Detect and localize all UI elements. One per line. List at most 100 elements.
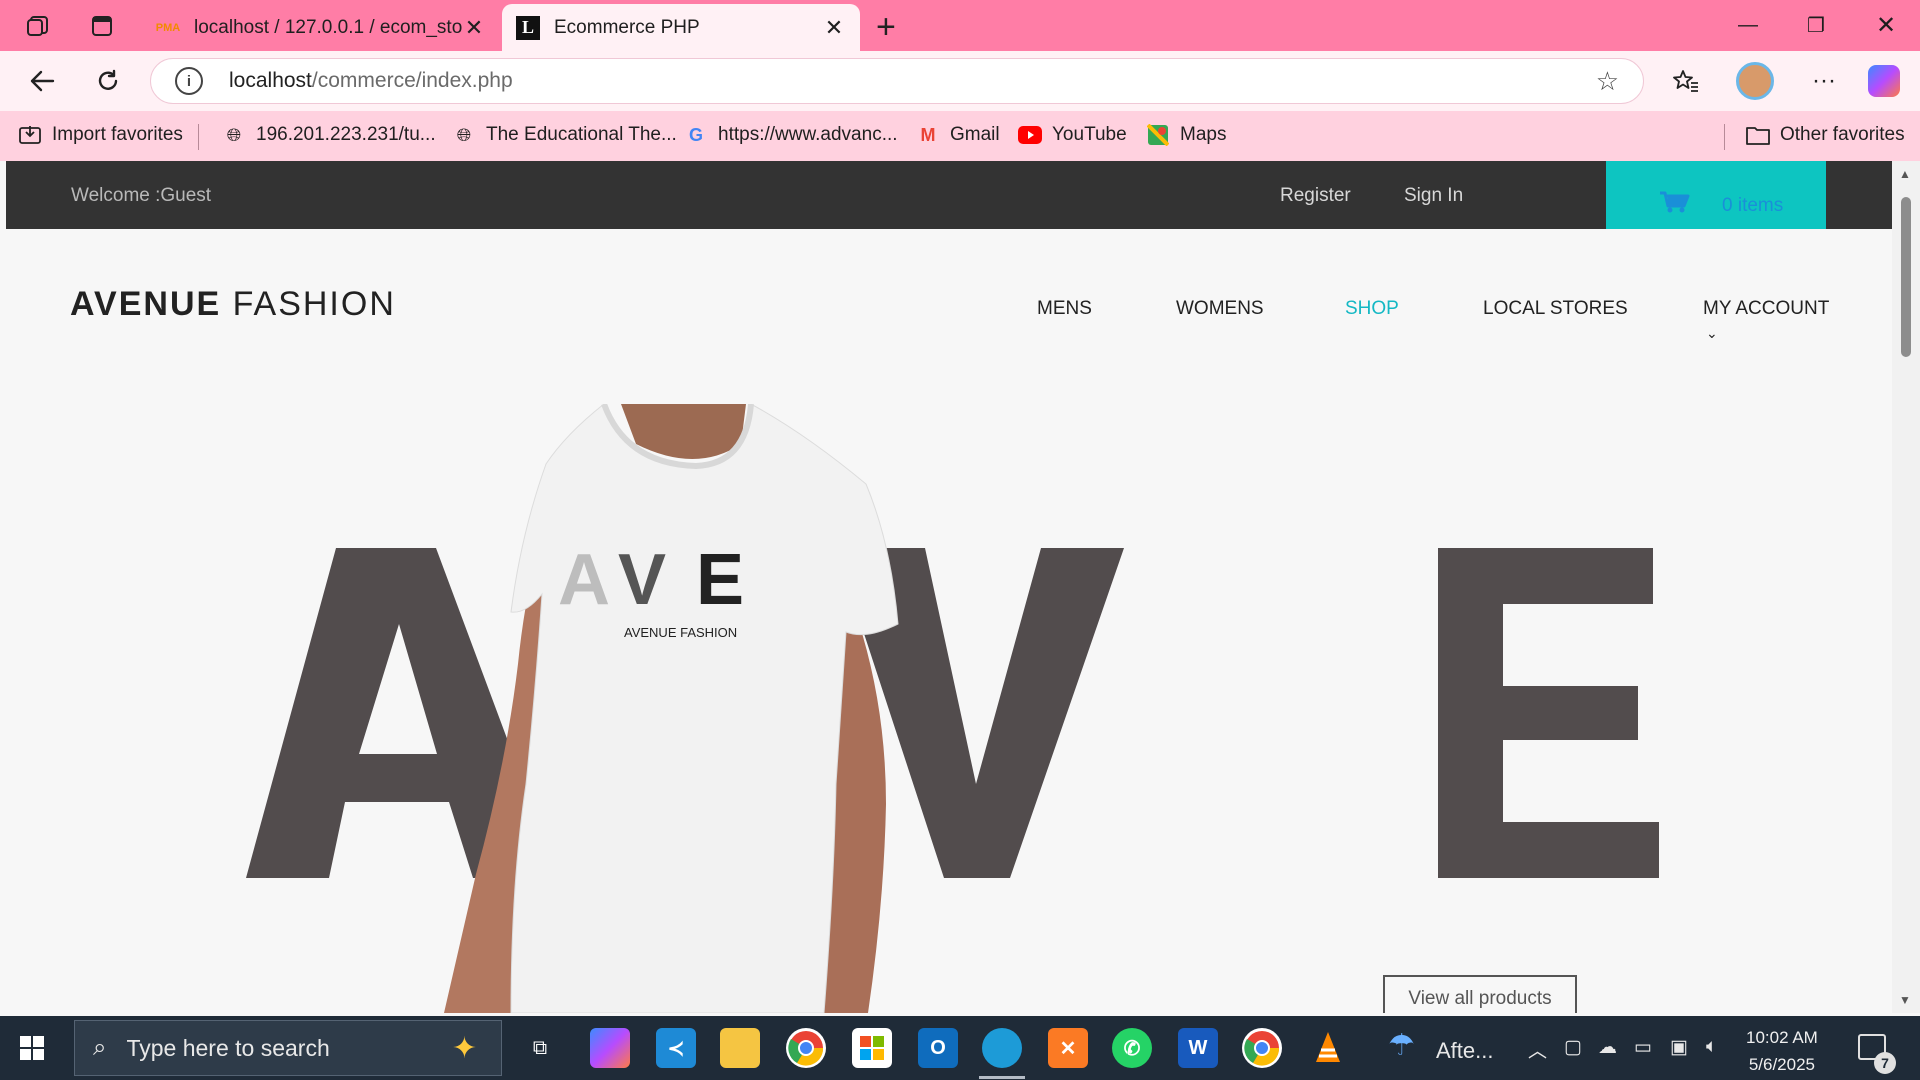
shirt-print-e: E bbox=[696, 540, 744, 620]
bookmark-other-favorites[interactable]: Other favorites bbox=[1746, 123, 1905, 147]
profile-avatar[interactable] bbox=[1736, 62, 1774, 100]
tab-title: localhost / 127.0.0.1 / ecom_store bbox=[194, 16, 462, 38]
more-options-icon[interactable]: ··· bbox=[1804, 61, 1844, 101]
close-window-icon[interactable]: ✕ bbox=[1852, 0, 1920, 51]
hero-letter-e bbox=[1438, 548, 1659, 878]
globe-icon: 🌐︎ bbox=[226, 124, 242, 145]
refresh-icon[interactable] bbox=[88, 61, 128, 101]
shirt-print-v: V bbox=[618, 540, 666, 620]
tab-actions-icon[interactable] bbox=[82, 6, 122, 46]
chevron-down-icon: ⌄ bbox=[1706, 325, 1718, 341]
store-top-strip: Welcome :Guest Register Sign In 0 items bbox=[6, 161, 1892, 229]
scroll-thumb[interactable] bbox=[1901, 197, 1911, 357]
edge-icon[interactable] bbox=[982, 1028, 1022, 1068]
register-link[interactable]: Register bbox=[1280, 185, 1351, 207]
cart-icon bbox=[1660, 191, 1690, 213]
task-view-icon[interactable]: ⧉ bbox=[520, 1028, 560, 1068]
workspaces-icon[interactable] bbox=[18, 6, 58, 46]
close-tab-icon[interactable]: ✕ bbox=[462, 15, 486, 41]
taskbar-search[interactable]: ⌕ Type here to search ✦ bbox=[74, 1020, 502, 1076]
bookmark-divider bbox=[1724, 124, 1725, 150]
gmail-icon: M bbox=[920, 124, 936, 145]
notification-count-badge: 7 bbox=[1874, 1052, 1896, 1074]
bookmark-ip-link[interactable]: 🌐︎ 196.201.223.231/tu... bbox=[222, 123, 436, 147]
tab-phpmyadmin[interactable]: PMA localhost / 127.0.0.1 / ecom_store ✕ bbox=[142, 4, 500, 51]
address-bar[interactable]: i localhost/commerce/index.php ☆ bbox=[150, 58, 1644, 104]
bookmark-divider bbox=[198, 124, 199, 150]
ms-store-icon[interactable] bbox=[852, 1028, 892, 1068]
signin-link[interactable]: Sign In bbox=[1404, 185, 1463, 207]
favorites-icon[interactable] bbox=[1666, 61, 1706, 101]
windows-taskbar: ⌕ Type here to search ✦ ⧉ ≺ O ✕ ✆ W ☂ Af… bbox=[0, 1016, 1920, 1080]
menu-local-stores[interactable]: LOCAL STORES bbox=[1483, 298, 1628, 320]
store-logo[interactable]: AVENUE FASHION bbox=[70, 285, 396, 324]
edge-active-indicator bbox=[979, 1076, 1025, 1079]
bookmark-educational[interactable]: 🌐︎ The Educational The... bbox=[452, 123, 677, 147]
copilot-app-icon[interactable] bbox=[590, 1028, 630, 1068]
bookmark-youtube[interactable]: YouTube bbox=[1018, 123, 1127, 147]
network-icon[interactable]: ▣ bbox=[1670, 1036, 1688, 1059]
back-arrow-icon[interactable] bbox=[22, 61, 62, 101]
meet-now-icon[interactable]: ▢ bbox=[1564, 1036, 1582, 1059]
menu-mens[interactable]: MENS bbox=[1037, 298, 1092, 320]
maps-icon bbox=[1146, 123, 1170, 147]
show-hidden-icons-icon[interactable]: ︿ bbox=[1528, 1036, 1547, 1063]
xampp-icon[interactable]: ✕ bbox=[1048, 1028, 1088, 1068]
system-clock[interactable]: 10:02 AM 5/6/2025 bbox=[1746, 1024, 1818, 1078]
copilot-sparkle-icon: ✦ bbox=[451, 1031, 477, 1065]
word-icon[interactable]: W bbox=[1178, 1028, 1218, 1068]
whatsapp-icon[interactable]: ✆ bbox=[1112, 1028, 1152, 1068]
google-icon: G bbox=[688, 124, 703, 145]
view-all-products-button[interactable]: View all products bbox=[1383, 975, 1577, 1013]
favorites-bar: Import favorites 🌐︎ 196.201.223.231/tu..… bbox=[0, 111, 1920, 161]
vlc-icon[interactable] bbox=[1308, 1028, 1348, 1068]
new-tab-button[interactable]: + bbox=[876, 8, 896, 47]
shirt-print-text: AVENUE FASHION bbox=[624, 625, 737, 640]
tab-ecommerce[interactable]: L Ecommerce PHP ✕ bbox=[502, 4, 860, 51]
phpmyadmin-favicon-icon: PMA bbox=[155, 21, 181, 34]
hero-graphic: A V E AVENUE FASHION bbox=[246, 404, 1659, 1013]
site-info-icon[interactable]: i bbox=[175, 67, 203, 95]
weather-icon[interactable]: ☂ bbox=[1388, 1028, 1415, 1063]
restore-icon[interactable]: ❐ bbox=[1782, 0, 1850, 51]
outlook-icon[interactable]: O bbox=[918, 1028, 958, 1068]
volume-icon[interactable]: 🔈︎ bbox=[1706, 1036, 1717, 1058]
chrome-icon[interactable] bbox=[1242, 1028, 1282, 1068]
welcome-text: Welcome :Guest bbox=[71, 185, 212, 206]
folder-icon bbox=[1746, 123, 1770, 147]
menu-shop[interactable]: SHOP bbox=[1345, 298, 1399, 320]
import-icon bbox=[18, 123, 42, 147]
tab-title: Ecommerce PHP bbox=[554, 16, 700, 38]
cart-button[interactable]: 0 items bbox=[1606, 161, 1826, 229]
search-placeholder: Type here to search bbox=[126, 1034, 330, 1061]
copilot-icon[interactable] bbox=[1868, 65, 1900, 97]
page-scrollbar[interactable]: ▲ ▼ bbox=[1892, 161, 1920, 1013]
bookmark-gmail[interactable]: M Gmail bbox=[916, 123, 1000, 147]
url-text: localhost/commerce/index.php bbox=[229, 69, 513, 92]
minimize-icon[interactable]: — bbox=[1714, 0, 1782, 51]
clock-date: 5/6/2025 bbox=[1748, 1055, 1815, 1074]
battery-icon[interactable]: ▭ bbox=[1634, 1036, 1652, 1059]
file-explorer-icon[interactable] bbox=[720, 1028, 760, 1068]
vscode-icon[interactable]: ≺ bbox=[656, 1028, 696, 1068]
chrome-profile-icon[interactable] bbox=[786, 1028, 826, 1068]
bookmark-advanc[interactable]: G https://www.advanc... bbox=[684, 123, 898, 147]
favorite-star-icon[interactable]: ☆ bbox=[1596, 66, 1619, 97]
bookmark-import-favorites[interactable]: Import favorites bbox=[18, 123, 183, 147]
scroll-down-icon[interactable]: ▼ bbox=[1899, 993, 1911, 1007]
clock-time: 10:02 AM bbox=[1746, 1028, 1818, 1047]
weather-text[interactable]: Afte... bbox=[1436, 1038, 1493, 1064]
menu-my-account[interactable]: MY ACCOUNT bbox=[1703, 298, 1829, 320]
start-windows-icon[interactable] bbox=[20, 1036, 44, 1060]
browser-toolbar: i localhost/commerce/index.php ☆ ··· bbox=[0, 51, 1920, 111]
bookmark-maps[interactable]: Maps bbox=[1146, 123, 1226, 147]
browser-tab-bar: PMA localhost / 127.0.0.1 / ecom_store ✕… bbox=[0, 0, 1920, 51]
close-tab-icon[interactable]: ✕ bbox=[822, 15, 846, 41]
scroll-up-icon[interactable]: ▲ bbox=[1899, 167, 1911, 181]
shirt-print-a: A bbox=[558, 540, 610, 620]
hero-banner: A V E AVENUE FASHION bbox=[6, 404, 1892, 1013]
menu-womens[interactable]: WOMENS bbox=[1176, 298, 1264, 320]
onedrive-icon[interactable]: ☁ bbox=[1598, 1036, 1617, 1059]
cart-count: 0 items bbox=[1722, 195, 1784, 216]
page-viewport: Welcome :Guest Register Sign In 0 items … bbox=[6, 161, 1892, 1013]
